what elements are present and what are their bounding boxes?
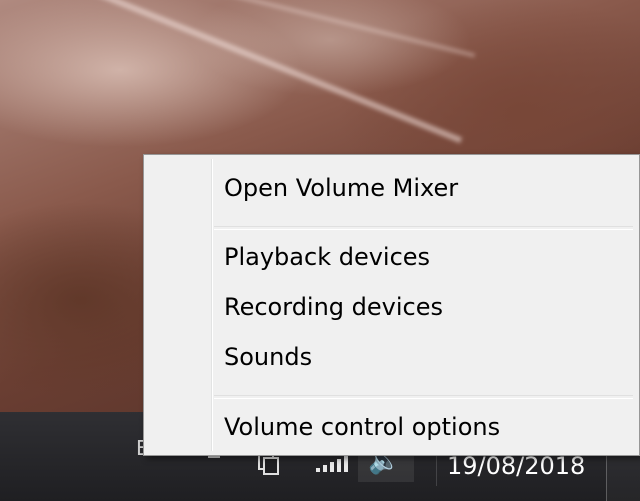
menu-gutter [211,159,213,451]
menu-item-sounds[interactable]: Sounds [224,335,633,379]
volume-context-menu: Open Volume Mixer Playback devices Recor… [143,154,640,456]
menu-item-volume-control-options[interactable]: Volume control options [224,405,633,449]
menu-separator [214,226,633,230]
menu-separator [214,395,633,399]
menu-item-playback-devices[interactable]: Playback devices [224,235,633,279]
network-signal-icon[interactable] [316,456,350,472]
wallpaper-streak [0,0,463,144]
menu-item-recording-devices[interactable]: Recording devices [224,285,633,329]
menu-item-open-volume-mixer[interactable]: Open Volume Mixer [224,166,633,210]
